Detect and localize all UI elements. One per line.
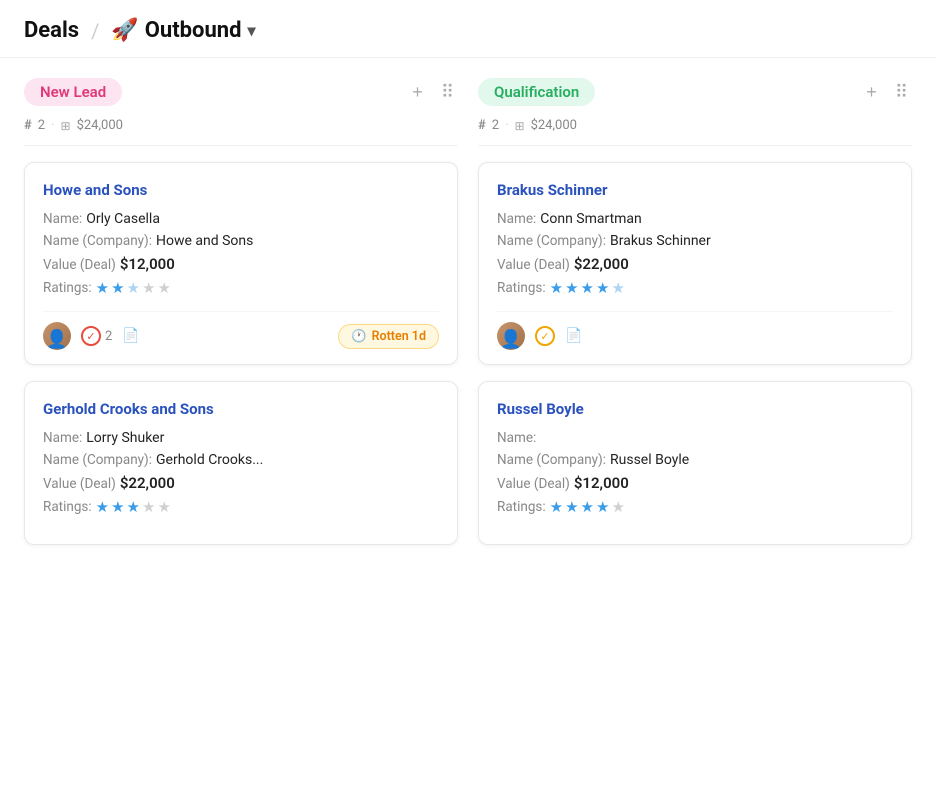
- company-value: Brakus Schinner: [610, 233, 711, 249]
- qualification-count-hash: #: [478, 118, 486, 133]
- value-amount: $12,000: [574, 474, 629, 492]
- value-label: Value (Deal): [43, 257, 116, 273]
- card-howe-sons-name-field: Name: Orly Casella: [43, 211, 439, 227]
- card-brakus-value-field: Value (Deal) $22,000: [497, 255, 893, 273]
- card-russel-value-field: Value (Deal) $12,000: [497, 474, 893, 492]
- card-brakus-footer: 👤 ✓ 📄: [497, 311, 893, 350]
- qualification-stats: # 2 · ⊞ $24,000: [478, 118, 912, 146]
- card-russel-name-field: Name:: [497, 430, 893, 446]
- value-amount: $12,000: [120, 255, 175, 273]
- card-russel-ratings: Ratings: ★ ★ ★ ★ ★: [497, 498, 893, 516]
- header-deals-title: Deals: [24, 18, 79, 43]
- card-russel-boyle: Russel Boyle Name: Name (Company): Russe…: [478, 381, 912, 545]
- card-brakus-schinner: Brakus Schinner Name: Conn Smartman Name…: [478, 162, 912, 365]
- company-label: Name (Company):: [497, 452, 606, 468]
- card-howe-sons: Howe and Sons Name: Orly Casella Name (C…: [24, 162, 458, 365]
- header-pipeline[interactable]: 🚀 Outbound ▾: [111, 18, 255, 43]
- check-icon-red: ✓: [81, 326, 101, 346]
- value-label: Value (Deal): [497, 476, 570, 492]
- name-value: Conn Smartman: [540, 211, 642, 227]
- value-amount: $22,000: [120, 474, 175, 492]
- card-brakus-company-field: Name (Company): Brakus Schinner: [497, 233, 893, 249]
- card-gerhold-value-field: Value (Deal) $22,000: [43, 474, 439, 492]
- new-lead-count: 2: [38, 118, 45, 133]
- card-brakus-title[interactable]: Brakus Schinner: [497, 181, 893, 199]
- column-new-lead-header: New Lead + ⠿: [24, 78, 458, 106]
- rocket-icon: 🚀: [111, 18, 138, 43]
- howe-sons-doc-button[interactable]: 📄: [122, 328, 139, 344]
- company-label: Name (Company):: [497, 233, 606, 249]
- card-gerhold-title[interactable]: Gerhold Crooks and Sons: [43, 400, 439, 418]
- value-label: Value (Deal): [43, 476, 116, 492]
- new-lead-stats: # 2 · ⊞ $24,000: [24, 118, 458, 146]
- qualification-count: 2: [492, 118, 499, 133]
- avatar-howe-sons: 👤: [43, 322, 71, 350]
- card-russel-title[interactable]: Russel Boyle: [497, 400, 893, 418]
- rotten-label: Rotten 1d: [372, 329, 426, 344]
- card-brakus-name-field: Name: Conn Smartman: [497, 211, 893, 227]
- howe-sons-check-button[interactable]: ✓ 2: [81, 326, 112, 346]
- card-gerhold-company-field: Name (Company): Gerhold Crooks...: [43, 452, 439, 468]
- card-russel-company-field: Name (Company): Russel Boyle: [497, 452, 893, 468]
- company-value: Gerhold Crooks...: [156, 452, 263, 468]
- card-gerhold-ratings: Ratings: ★ ★ ★ ★ ★: [43, 498, 439, 516]
- card-brakus-ratings: Ratings: ★ ★ ★ ★ ★: [497, 279, 893, 297]
- avatar-brakus: 👤: [497, 322, 525, 350]
- header-separator: /: [91, 19, 99, 43]
- howe-sons-stars: ★ ★ ★ ★ ★: [96, 279, 171, 297]
- qualification-grid-button[interactable]: ⠿: [891, 80, 912, 105]
- kanban-board: New Lead + ⠿ # 2 · ⊞ $24,000 Howe and So…: [0, 58, 936, 581]
- column-qualification-actions: + ⠿: [862, 80, 912, 105]
- name-label: Name:: [497, 430, 536, 446]
- column-qualification-header: Qualification + ⠿: [478, 78, 912, 106]
- new-lead-grid-button[interactable]: ⠿: [437, 80, 458, 105]
- column-new-lead-actions: + ⠿: [408, 80, 458, 105]
- rotten-badge: 🕐 Rotten 1d: [338, 324, 439, 349]
- company-label: Name (Company):: [43, 452, 152, 468]
- check-count: 2: [105, 329, 112, 344]
- name-label: Name:: [43, 211, 82, 227]
- chevron-down-icon[interactable]: ▾: [248, 21, 256, 40]
- brakus-doc-button[interactable]: 📄: [565, 328, 582, 344]
- russel-stars: ★ ★ ★ ★ ★: [550, 498, 625, 516]
- card-howe-sons-value-field: Value (Deal) $12,000: [43, 255, 439, 273]
- name-label: Name:: [43, 430, 82, 446]
- name-value: Lorry Shuker: [86, 430, 164, 446]
- name-value: Orly Casella: [86, 211, 160, 227]
- card-howe-sons-title[interactable]: Howe and Sons: [43, 181, 439, 199]
- card-howe-sons-ratings: Ratings: ★ ★ ★ ★ ★: [43, 279, 439, 297]
- qualification-badge: Qualification: [478, 78, 595, 106]
- column-qualification: Qualification + ⠿ # 2 · ⊞ $24,000 Brakus…: [468, 78, 912, 561]
- column-new-lead: New Lead + ⠿ # 2 · ⊞ $24,000 Howe and So…: [24, 78, 468, 561]
- add-qualification-button[interactable]: +: [862, 80, 881, 105]
- qualification-grid-icon: ⊞: [515, 119, 525, 133]
- new-lead-amount: $24,000: [77, 118, 123, 133]
- value-amount: $22,000: [574, 255, 629, 273]
- card-howe-sons-footer: 👤 ✓ 2 📄 🕐 Rotten 1d: [43, 311, 439, 350]
- add-new-lead-button[interactable]: +: [408, 80, 427, 105]
- qualification-amount: $24,000: [531, 118, 577, 133]
- check-icon-orange: ✓: [535, 326, 555, 346]
- name-label: Name:: [497, 211, 536, 227]
- pipeline-name: Outbound: [145, 18, 242, 43]
- card-gerhold-name-field: Name: Lorry Shuker: [43, 430, 439, 446]
- brakus-check-button[interactable]: ✓: [535, 326, 555, 346]
- new-lead-grid-icon: ⊞: [61, 119, 71, 133]
- brakus-stars: ★ ★ ★ ★ ★: [550, 279, 625, 297]
- new-lead-count-hash: #: [24, 118, 32, 133]
- card-howe-sons-company-field: Name (Company): Howe and Sons: [43, 233, 439, 249]
- value-label: Value (Deal): [497, 257, 570, 273]
- new-lead-badge: New Lead: [24, 78, 122, 106]
- company-value: Russel Boyle: [610, 452, 689, 468]
- clock-icon: 🕐: [351, 329, 367, 344]
- company-value: Howe and Sons: [156, 233, 253, 249]
- card-gerhold-crooks: Gerhold Crooks and Sons Name: Lorry Shuk…: [24, 381, 458, 545]
- header: Deals / 🚀 Outbound ▾: [0, 0, 936, 58]
- company-label: Name (Company):: [43, 233, 152, 249]
- gerhold-stars: ★ ★ ★ ★ ★: [96, 498, 171, 516]
